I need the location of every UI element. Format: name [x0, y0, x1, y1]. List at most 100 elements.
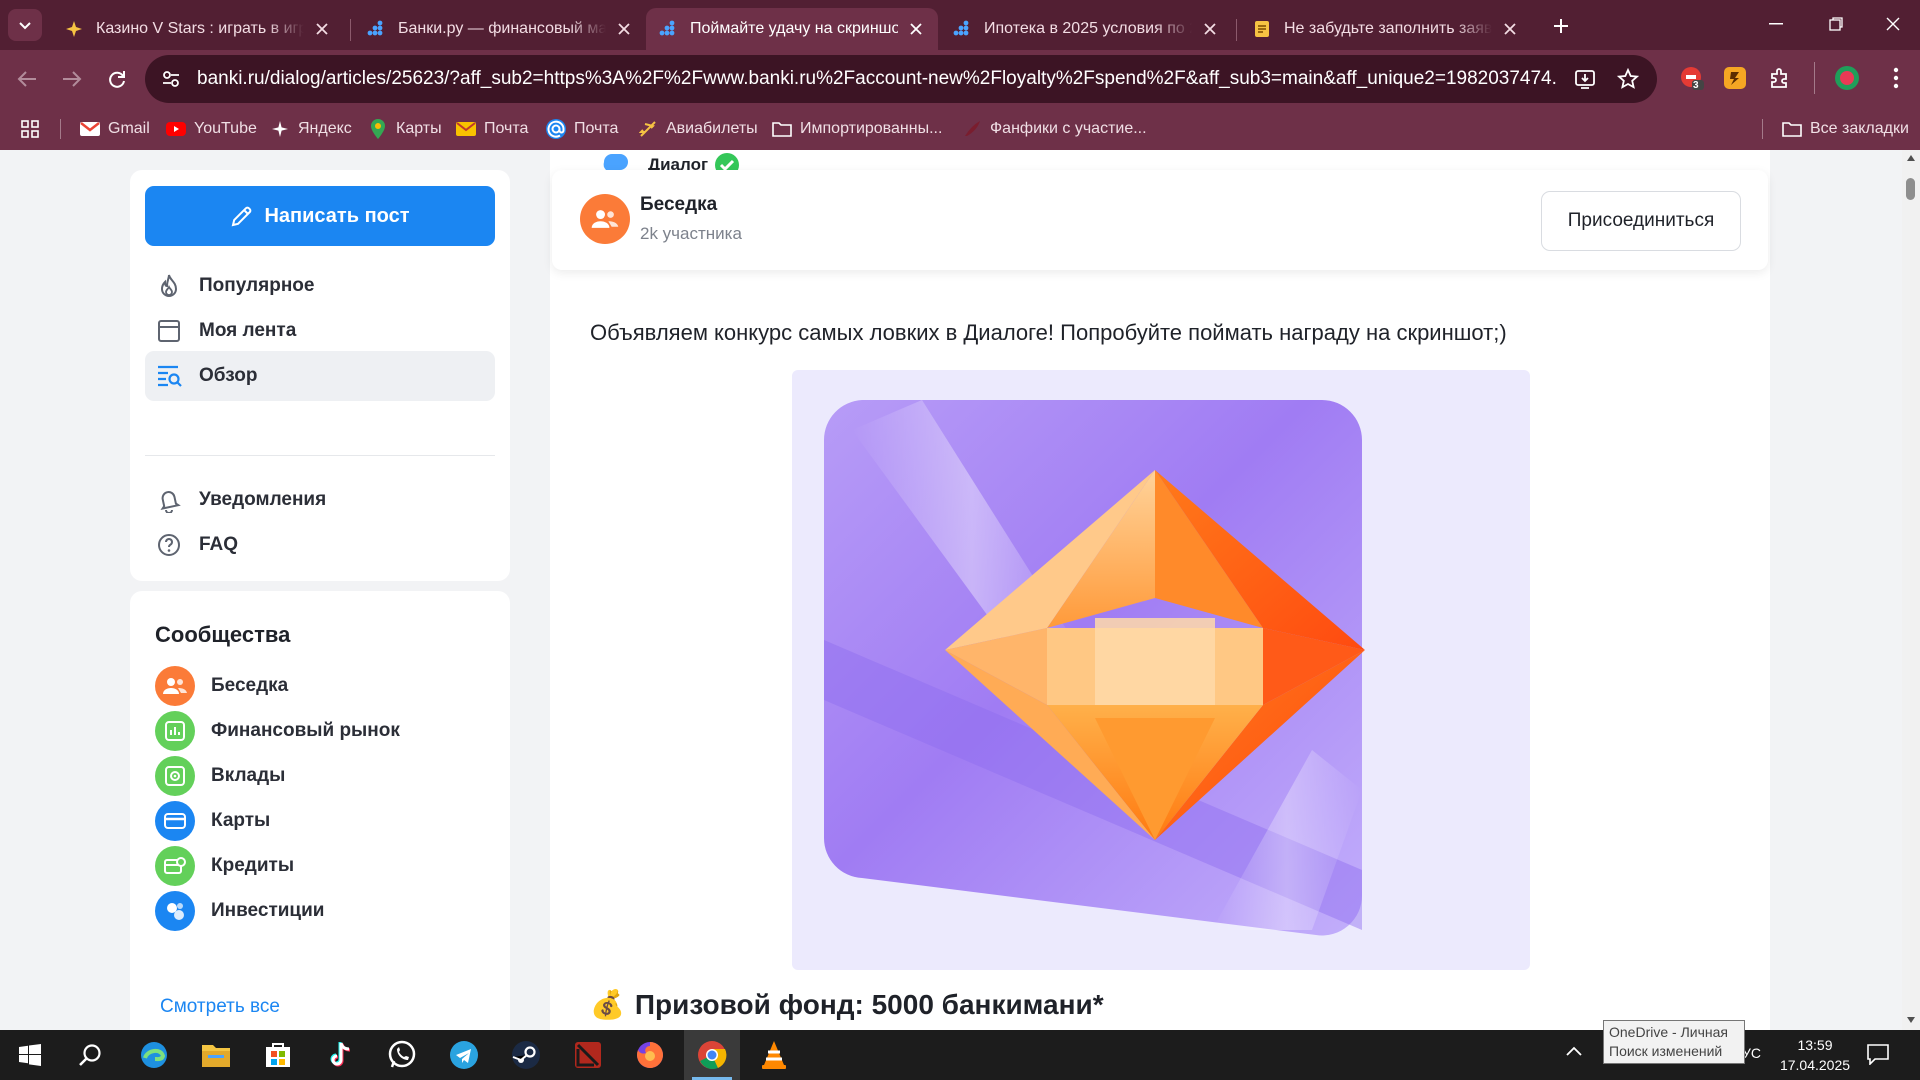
taskbar-steam[interactable] — [498, 1030, 554, 1080]
new-tab-button[interactable] — [1545, 10, 1577, 42]
adblock-extension-icon[interactable]: 3 — [1676, 62, 1708, 94]
taskbar-edge[interactable] — [126, 1030, 182, 1080]
arrow-right-icon — [63, 71, 82, 87]
tab-banki-main[interactable]: Банки.ру — финансовый марк — [354, 8, 646, 50]
start-button[interactable] — [2, 1030, 58, 1080]
banki-logo-icon — [952, 19, 972, 39]
back-button[interactable] — [10, 62, 44, 96]
see-all-communities-link[interactable]: Смотреть все — [160, 996, 280, 1018]
community-item-besedka[interactable]: Беседка — [155, 666, 288, 706]
toolbar-divider — [1814, 62, 1815, 94]
community-item-credits[interactable]: Кредиты — [155, 846, 294, 886]
scroll-up-icon[interactable] — [1906, 154, 1916, 162]
taskbar-vlc[interactable] — [746, 1030, 802, 1080]
join-community-button[interactable]: Присоединиться — [1541, 191, 1741, 251]
site-settings-icon[interactable] — [161, 69, 181, 89]
close-icon[interactable] — [906, 19, 926, 39]
profile-avatar[interactable] — [1831, 62, 1863, 94]
bookmark-label: Gmail — [108, 120, 150, 137]
write-post-button[interactable]: Написать пост — [145, 186, 495, 246]
notifications-button[interactable] — [1866, 1043, 1890, 1065]
nav-item-popular[interactable]: Популярное — [145, 261, 495, 311]
close-icon — [1886, 17, 1900, 31]
all-bookmarks-button[interactable]: Все закладки — [1782, 108, 1909, 150]
community-item-deposits[interactable]: Вклады — [155, 756, 285, 796]
bookmark-mail-yandex[interactable]: Почта — [456, 108, 528, 150]
restore-button[interactable] — [1806, 0, 1866, 48]
show-hidden-icons-button[interactable] — [1566, 1046, 1582, 1056]
bookmark-star-icon[interactable] — [1616, 67, 1640, 91]
taskbar-tiktok[interactable] — [312, 1030, 368, 1080]
envelope-icon — [456, 119, 476, 139]
taskbar-explorer[interactable] — [188, 1030, 244, 1080]
nav-label: FAQ — [199, 534, 239, 555]
wallet-extension-icon[interactable] — [1719, 62, 1751, 94]
close-icon[interactable] — [614, 19, 634, 39]
bookmark-mail-ru[interactable]: Почта — [546, 108, 618, 150]
safe-icon — [155, 756, 195, 796]
nav-item-faq[interactable]: FAQ — [145, 520, 495, 570]
tab-casino[interactable]: Казино V Stars : играть в игро — [52, 8, 344, 50]
bookmark-youtube[interactable]: YouTube — [166, 108, 257, 150]
nav-item-notifications[interactable]: Уведомления — [145, 475, 495, 525]
community-item-cards[interactable]: Карты — [155, 801, 270, 841]
close-icon[interactable] — [312, 19, 332, 39]
chrome-icon — [698, 1041, 727, 1070]
extensions-puzzle-icon[interactable] — [1764, 62, 1796, 94]
tab-application[interactable]: Не забудьте заполнить заявку — [1240, 8, 1532, 50]
taskbar-firefox[interactable] — [622, 1030, 678, 1080]
plus-icon — [1554, 19, 1568, 33]
tab-active-article[interactable]: Поймайте удачу на скриншот! — [646, 8, 938, 50]
community-item-investments[interactable]: Инвестиции — [155, 891, 324, 931]
apps-button[interactable] — [20, 108, 48, 150]
bookmark-label: Почта — [484, 120, 529, 137]
bookmarks-bar: Gmail YouTube Яндекс Карты Почта Почта А… — [0, 108, 1920, 150]
prize-heading: 💰 Призовой фонд: 5000 банкимани* — [590, 988, 1104, 1021]
nav-label: Моя лента — [199, 320, 297, 341]
page-scrollbar[interactable] — [1902, 150, 1920, 1030]
close-window-button[interactable] — [1866, 0, 1920, 48]
install-app-icon[interactable] — [1573, 67, 1597, 91]
tiktok-icon — [330, 1042, 351, 1067]
nav-item-browse[interactable]: Обзор — [145, 351, 495, 401]
close-icon[interactable] — [1500, 19, 1520, 39]
taskbar-whatsapp[interactable] — [374, 1030, 430, 1080]
reload-button[interactable] — [100, 62, 134, 96]
bookmark-maps[interactable]: Карты — [368, 108, 442, 150]
community-name[interactable]: Беседка — [640, 194, 717, 216]
tab-search-button[interactable] — [8, 9, 42, 41]
minimize-button[interactable] — [1746, 0, 1806, 48]
tooltip-line: Поиск изменений — [1609, 1043, 1723, 1059]
scroll-down-icon[interactable] — [1906, 1016, 1916, 1024]
community-item-markets[interactable]: Финансовый рынок — [155, 711, 400, 751]
bookmark-yandex[interactable]: Яндекс — [270, 108, 352, 150]
close-icon[interactable] — [1200, 19, 1220, 39]
tab-title: Казино V Stars : играть в игро — [96, 20, 304, 37]
clock-time: 13:59 — [1797, 1037, 1833, 1053]
bookmark-gmail[interactable]: Gmail — [80, 108, 150, 150]
restore-icon — [1829, 17, 1843, 31]
article-image-crystal — [792, 370, 1530, 970]
taskbar-telegram[interactable] — [436, 1030, 492, 1080]
bookmark-folder-imported[interactable]: Импортированны... — [772, 108, 942, 150]
taskbar-chrome[interactable] — [684, 1030, 740, 1080]
nav-item-my-feed[interactable]: Моя лента — [145, 306, 495, 356]
tab-mortgage[interactable]: Ипотека в 2025 условия по 26 — [940, 8, 1232, 50]
communities-title: Сообщества — [155, 622, 291, 647]
taskbar-dota[interactable] — [560, 1030, 616, 1080]
money-bag-icon: 💰 — [590, 989, 625, 1020]
communities-card: Сообщества Беседка Финансовый рынок Вкла… — [130, 591, 510, 1030]
taskbar-search[interactable] — [62, 1030, 118, 1080]
browser-menu-button[interactable] — [1880, 62, 1912, 94]
address-bar[interactable]: banki.ru/dialog/articles/25623/?aff_sub2… — [145, 55, 1657, 103]
taskbar-store[interactable] — [250, 1030, 306, 1080]
system-clock[interactable]: 13:59 17.04.2025 — [1760, 1035, 1870, 1075]
scrollbar-thumb[interactable] — [1906, 178, 1915, 200]
url-text[interactable]: banki.ru/dialog/articles/25623/?aff_sub2… — [197, 55, 1557, 103]
forward-button[interactable] — [55, 62, 89, 96]
reload-icon — [109, 71, 125, 88]
bookmark-fanfics[interactable]: Фанфики с участие... — [962, 108, 1147, 150]
chevron-down-icon — [19, 22, 31, 30]
bookmark-flights[interactable]: Авиабилеты — [638, 108, 758, 150]
bookmark-label: Яндекс — [298, 120, 352, 137]
